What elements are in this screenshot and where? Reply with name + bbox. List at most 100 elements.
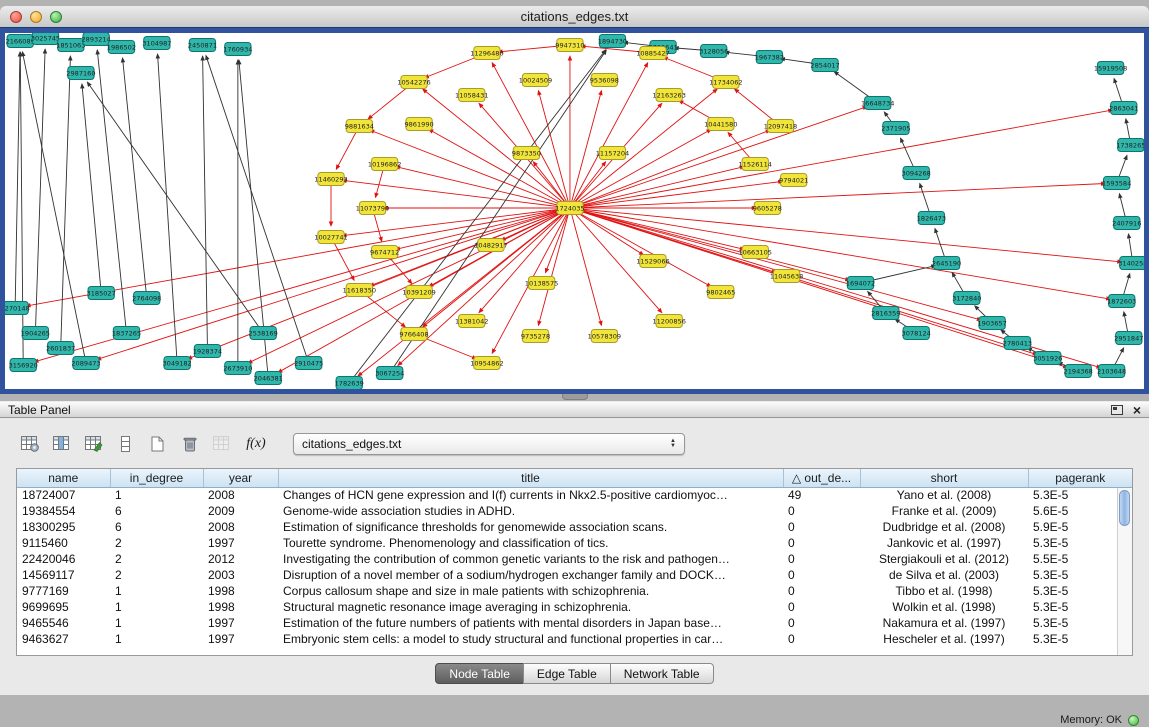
table-scrollbar[interactable] <box>1117 488 1132 655</box>
graph-node[interactable]: 9802465 <box>706 286 735 299</box>
graph-node[interactable]: 9861990 <box>404 118 433 131</box>
graph-node[interactable]: 3140258 <box>1118 257 1144 270</box>
column-header-pagerank[interactable]: pagerank <box>1028 469 1132 487</box>
graph-node[interactable]: 3094268 <box>902 167 931 180</box>
table-row[interactable]: 946554611997Estimation of the future num… <box>17 615 1132 631</box>
graph-node[interactable]: 10391209 <box>402 286 435 299</box>
graph-node[interactable]: 2854017 <box>810 59 839 72</box>
tab-node-table[interactable]: Node Table <box>435 663 524 684</box>
graph-node[interactable]: 1593584 <box>1102 177 1131 190</box>
graph-node[interactable]: 11381042 <box>455 315 488 328</box>
graph-node[interactable]: 11296480 <box>470 47 503 60</box>
graph-node[interactable]: 3172840 <box>952 292 981 305</box>
table-row[interactable]: 969969511998Structural magnetic resonanc… <box>17 599 1132 615</box>
graph-node[interactable]: 2407916 <box>1112 217 1141 230</box>
divider-grip-handle[interactable] <box>562 394 588 400</box>
float-panel-icon[interactable] <box>1111 405 1123 415</box>
graph-node[interactable]: 1837265 <box>112 327 141 340</box>
graph-node[interactable]: 1826473 <box>917 212 946 225</box>
graph-node[interactable]: 16648734 <box>861 97 894 110</box>
graph-node[interactable]: 2863041 <box>1109 102 1138 115</box>
graph-node[interactable]: 11618350 <box>343 284 376 297</box>
table-source-dropdown[interactable]: citations_edges.txt ▲▼ <box>293 433 685 455</box>
graph-node[interactable]: 2194368 <box>1064 365 1093 378</box>
delete-table-icon[interactable] <box>208 431 235 457</box>
graph-node[interactable]: 3078124 <box>902 327 931 340</box>
graph-node[interactable]: 10663105 <box>738 246 771 259</box>
graph-node[interactable]: 2601837 <box>46 342 75 355</box>
column-header-short[interactable]: short <box>860 469 1028 487</box>
table-mode-icon[interactable] <box>16 431 43 457</box>
graph-node[interactable]: 1967382 <box>755 51 784 64</box>
graph-node[interactable]: 1724035 <box>555 202 584 215</box>
zoom-window-button[interactable] <box>50 11 62 23</box>
graph-node[interactable]: 10138575 <box>525 277 558 290</box>
graph-node[interactable]: 9873350 <box>512 147 541 160</box>
graph-node[interactable]: 15919508 <box>1094 62 1127 75</box>
graph-node[interactable]: 9735278 <box>521 330 550 343</box>
minimize-window-button[interactable] <box>30 11 42 23</box>
graph-node[interactable]: 2910475 <box>294 357 323 370</box>
table-row[interactable]: 1938455462009Genome-wide association stu… <box>17 503 1132 519</box>
graph-node[interactable]: 1872603 <box>1107 295 1136 308</box>
table-row[interactable]: 977716911998Corpus callosum shape and si… <box>17 583 1132 599</box>
graph-node[interactable]: 2673910 <box>223 362 252 375</box>
graph-node[interactable]: 11460293 <box>314 173 347 186</box>
graph-node[interactable]: 9881634 <box>345 120 374 133</box>
column-header-out_de[interactable]: △ out_de... <box>783 469 860 487</box>
table-row[interactable]: 1830029562008Estimation of significance … <box>17 519 1132 535</box>
graph-node[interactable]: 10885427 <box>636 47 669 60</box>
graph-node[interactable]: 11073790 <box>356 202 389 215</box>
network-canvas[interactable]: 2166089302574518510632893214198650231049… <box>5 33 1144 389</box>
graph-node[interactable]: 3156920 <box>9 359 38 372</box>
column-header-name[interactable]: name <box>17 469 110 487</box>
graph-node[interactable]: 1986502 <box>107 41 136 54</box>
graph-node[interactable]: 11734062 <box>709 76 742 89</box>
graph-node[interactable]: 10024509 <box>519 74 552 87</box>
graph-node[interactable]: 11529066 <box>636 255 669 268</box>
graph-node[interactable]: 9536098 <box>590 74 619 87</box>
graph-node[interactable]: 2103648 <box>1097 365 1126 378</box>
graph-node[interactable]: 12163263 <box>652 89 685 102</box>
graph-node[interactable]: 3051926 <box>1033 352 1062 365</box>
graph-node[interactable]: 10027741 <box>314 231 347 244</box>
graph-node[interactable]: 1903657 <box>977 317 1006 330</box>
graph-node[interactable]: 10578309 <box>588 330 621 343</box>
graph-node[interactable]: 3104987 <box>142 37 171 50</box>
table-row[interactable]: 911546021997Tourette syndrome. Phenomeno… <box>17 535 1132 551</box>
graph-node[interactable]: 11045638 <box>770 270 803 283</box>
graph-node[interactable]: 1782639 <box>335 377 364 390</box>
graph-node[interactable]: 1928374 <box>193 345 222 358</box>
graph-node[interactable]: 11200856 <box>652 315 685 328</box>
row-selection-icon[interactable] <box>112 431 139 457</box>
show-columns-icon[interactable] <box>48 431 75 457</box>
graph-node[interactable]: 2089473 <box>71 357 100 370</box>
graph-node[interactable]: 3185027 <box>87 287 116 300</box>
panel-divider[interactable] <box>0 394 1149 401</box>
graph-node[interactable]: 9674712 <box>370 246 399 259</box>
graph-node[interactable]: 1904265 <box>21 327 50 340</box>
close-window-button[interactable] <box>10 11 22 23</box>
graph-node[interactable]: 9947310 <box>555 39 584 52</box>
column-header-year[interactable]: year <box>203 469 278 487</box>
graph-node[interactable]: 3067254 <box>375 367 404 380</box>
graph-node[interactable]: 2538169 <box>249 327 278 340</box>
column-header-title[interactable]: title <box>278 469 783 487</box>
graph-node[interactable]: 11058431 <box>455 89 488 102</box>
function-builder-icon[interactable]: f(x) <box>240 431 272 457</box>
graph-node[interactable]: 1894730 <box>598 35 627 48</box>
tab-edge-table[interactable]: Edge Table <box>523 663 611 684</box>
graph-node[interactable]: 2645190 <box>932 257 961 270</box>
graph-node[interactable]: 9794021 <box>779 174 808 187</box>
graph-node[interactable]: 3049182 <box>162 357 191 370</box>
graph-node[interactable]: 2987160 <box>66 67 95 80</box>
graph-node[interactable]: 11157204 <box>596 147 629 160</box>
graph-node[interactable]: 9766408 <box>399 328 428 341</box>
close-panel-icon[interactable]: × <box>1133 403 1141 417</box>
graph-node[interactable]: 2450871 <box>188 39 217 52</box>
graph-node[interactable]: 10196862 <box>368 158 401 171</box>
graph-node[interactable]: 10441580 <box>704 118 737 131</box>
column-header-in_degree[interactable]: in_degree <box>110 469 203 487</box>
graph-node[interactable]: 11526114 <box>738 158 771 171</box>
table-row[interactable]: 1872400712008Changes of HCN gene express… <box>17 487 1132 503</box>
